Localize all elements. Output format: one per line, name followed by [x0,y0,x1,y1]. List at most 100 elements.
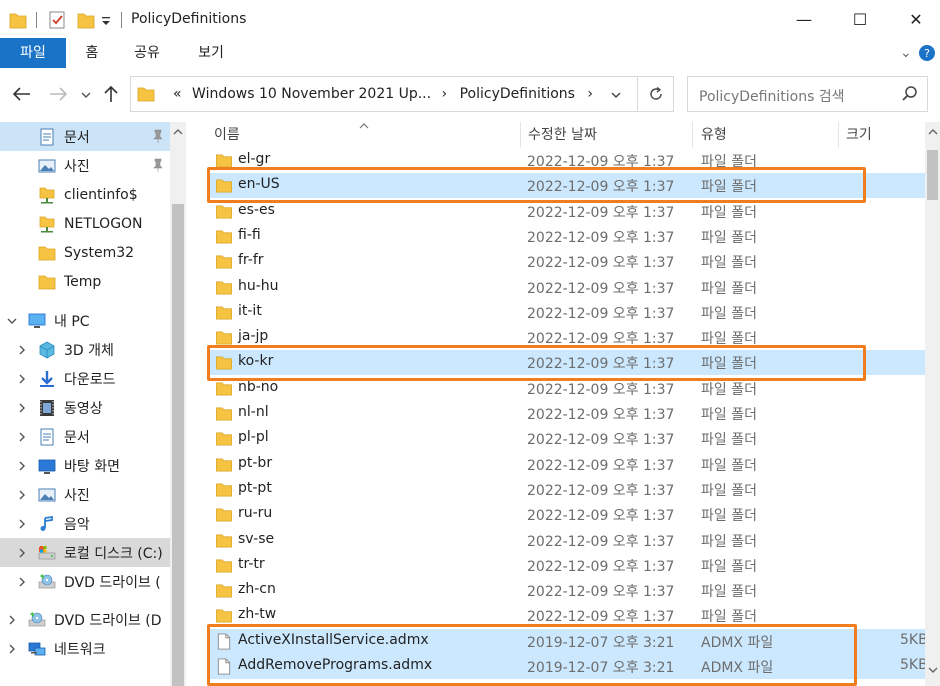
maximize-button[interactable]: ☐ [832,0,888,38]
address-bar[interactable]: « Windows 10 November 2021 Up... › Polic… [130,76,674,112]
column-separator[interactable] [520,122,521,148]
sidebar-item[interactable]: 동영상 [0,393,172,422]
ribbon-expand-icon[interactable]: ⌄ [900,45,912,61]
up-arrow-icon[interactable] [102,84,120,104]
address-dropdown-icon[interactable] [609,90,623,100]
folder-row[interactable]: zh-cn 2022-12-09 오후 1:37 파일 폴더 [207,578,925,603]
folder-row[interactable]: it-it 2022-12-09 오후 1:37 파일 폴더 [207,300,925,325]
file-type: 파일 폴더 [701,533,757,550]
sidebar-item[interactable]: 음악 [0,509,172,538]
sidebar-item[interactable]: 문서 [0,122,172,151]
vertical-scrollbar[interactable] [925,122,940,686]
file-name: ru-ru [238,505,273,522]
folder-icon [216,306,232,320]
chevron-right-icon[interactable] [6,643,18,655]
folder-row[interactable]: sv-se 2022-12-09 오후 1:37 파일 폴더 [207,528,925,553]
breadcrumb-segment[interactable]: Windows 10 November 2021 Up... [192,86,431,102]
column-header-type[interactable]: 유형 [701,122,727,148]
breadcrumb-segment[interactable]: PolicyDefinitions [460,86,575,102]
sidebar-item[interactable]: 사진 [0,151,172,180]
help-icon[interactable]: ? [918,44,936,62]
sidebar-item-label: 내 PC [54,313,90,330]
chevron-right-icon[interactable] [16,373,28,385]
chevron-right-icon[interactable] [16,431,28,443]
folder-row[interactable]: fr-fr 2022-12-09 오후 1:37 파일 폴더 [207,249,925,274]
tab-home[interactable]: 홈 [72,38,112,68]
file-type: 파일 폴더 [701,407,757,423]
file-name: it-it [238,302,262,319]
pin-icon[interactable] [152,158,164,172]
chevron-right-icon[interactable] [16,547,28,559]
properties-icon[interactable] [46,9,68,31]
folder-icon [216,483,232,497]
sidebar-item[interactable]: DVD 드라이브 ( [0,567,172,596]
breadcrumb-separator[interactable]: › [587,86,593,102]
sidebar-item[interactable]: 사진 [0,480,172,509]
sidebar-item[interactable]: 로컬 디스크 (C:) [0,538,172,567]
sidebar-item-label: DVD 드라이브 (D [54,612,162,629]
sidebar-item[interactable]: 네트워크 [0,634,172,663]
folder-row[interactable]: tr-tr 2022-12-09 오후 1:37 파일 폴더 [207,553,925,578]
folder-row[interactable]: nl-nl 2022-12-09 오후 1:37 파일 폴더 [207,401,925,426]
scroll-down-icon[interactable] [928,666,938,674]
chevron-right-icon[interactable] [16,402,28,414]
back-arrow-icon[interactable] [12,86,32,102]
sidebar-item[interactable]: 바탕 화면 [0,451,172,480]
column-separator[interactable] [838,122,839,148]
chevron-right-icon[interactable] [16,460,28,472]
column-header-date[interactable]: 수정한 날짜 [528,122,597,148]
scrollbar-thumb[interactable] [927,150,938,200]
scroll-up-icon[interactable] [173,128,183,136]
forward-arrow-icon[interactable] [48,86,68,102]
folder-row[interactable]: pt-pt 2022-12-09 오후 1:37 파일 폴더 [207,477,925,502]
folder-row[interactable]: pt-br 2022-12-09 오후 1:37 파일 폴더 [207,452,925,477]
tab-view[interactable]: 보기 [186,38,236,68]
sidebar-item[interactable]: Temp [0,267,172,296]
refresh-button[interactable] [637,77,673,111]
column-header-size[interactable]: 크기 [846,122,872,148]
folder-icon [216,559,232,573]
breadcrumb-separator[interactable]: › [442,86,448,102]
chevron-right-icon[interactable] [16,344,28,356]
folder-icon [216,533,232,547]
folder-row[interactable]: ru-ru 2022-12-09 오후 1:37 파일 폴더 [207,502,925,527]
column-separator[interactable] [692,122,693,148]
tab-share[interactable]: 공유 [124,38,170,68]
minimize-button[interactable]: — [776,0,832,38]
file-type: 파일 폴더 [701,280,757,297]
chevron-down-icon[interactable] [6,315,18,327]
search-icon[interactable] [901,85,919,103]
sidebar-item[interactable]: 3D 개체 [0,335,172,364]
pin-icon[interactable] [152,129,164,143]
column-header-name[interactable]: 이름 [214,122,369,148]
tab-file[interactable]: 파일 [0,38,66,68]
close-button[interactable]: ✕ [888,0,940,38]
new-folder-icon[interactable] [76,9,96,31]
scroll-up-icon[interactable] [928,128,938,136]
recent-locations-icon[interactable] [80,90,92,100]
search-input[interactable]: PolicyDefinitions 검색 [687,76,928,112]
sidebar-item[interactable]: clientinfo$ [0,180,172,209]
file-date: 2022-12-09 오후 1:37 [527,584,675,601]
scrollbar-thumb[interactable] [172,204,184,686]
sidebar-item[interactable]: NETLOGON [0,209,172,238]
chevron-right-icon[interactable] [16,489,28,501]
sidebar-item[interactable]: 다운로드 [0,364,172,393]
pictures-icon [38,159,56,172]
folder-row[interactable]: fi-fi 2022-12-09 오후 1:37 파일 폴더 [207,224,925,249]
folder-row[interactable]: pl-pl 2022-12-09 오후 1:37 파일 폴더 [207,426,925,451]
folder-icon [216,584,232,598]
breadcrumb-overflow[interactable]: « [173,86,182,102]
sidebar-item[interactable]: 내 PC [0,306,172,335]
chevron-right-icon[interactable] [6,614,18,626]
highlight-box [207,345,866,381]
nav-scrollbar[interactable] [170,122,186,686]
folder-row[interactable]: hu-hu 2022-12-09 오후 1:37 파일 폴더 [207,275,925,300]
sidebar-item[interactable]: DVD 드라이브 (D [0,605,172,634]
chevron-right-icon[interactable] [16,576,28,588]
sidebar-item[interactable]: 문서 [0,422,172,451]
file-date: 2022-12-09 오후 1:37 [527,508,675,525]
chevron-right-icon[interactable] [16,518,28,530]
sidebar-item[interactable]: System32 [0,238,172,267]
customize-toolbar-icon[interactable] [100,9,112,31]
